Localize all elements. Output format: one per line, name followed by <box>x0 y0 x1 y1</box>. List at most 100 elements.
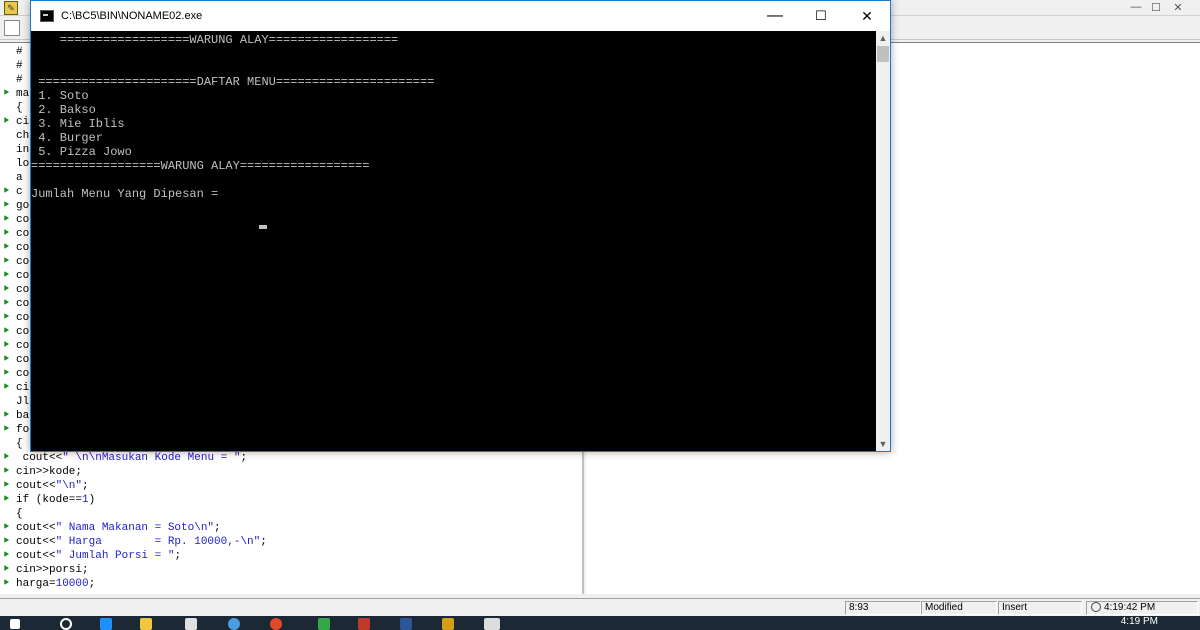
chrome-icon[interactable] <box>270 618 282 630</box>
code-line[interactable]: ⯈ co <box>2 241 29 255</box>
console-scrollbar[interactable]: ▲ ▼ <box>876 31 890 451</box>
breakpoint-icon[interactable] <box>2 74 16 88</box>
code-line[interactable]: ch <box>2 129 29 143</box>
code-line[interactable]: ⯈ harga=10000; <box>2 577 95 591</box>
scroll-down-icon[interactable]: ▼ <box>876 437 890 451</box>
breakpoint-icon[interactable]: ⯈ <box>2 256 16 270</box>
code-line[interactable]: Jl <box>2 395 29 409</box>
code-line[interactable]: ⯈ co <box>2 311 29 325</box>
code-line[interactable]: ⯈ co <box>2 255 29 269</box>
breakpoint-icon[interactable]: ⯈ <box>2 270 16 284</box>
breakpoint-icon[interactable]: ⯈ <box>2 284 16 298</box>
breakpoint-icon[interactable]: ⯈ <box>2 298 16 312</box>
code-line[interactable]: ⯈ ba <box>2 409 29 423</box>
store-icon[interactable] <box>185 618 197 630</box>
app-icon-3[interactable] <box>442 618 454 630</box>
code-line[interactable]: ⯈ co <box>2 297 29 311</box>
taskbar-clock[interactable]: 4:19 PM <box>1121 616 1158 628</box>
breakpoint-icon[interactable]: ⯈ <box>2 466 16 480</box>
breakpoint-icon[interactable] <box>2 172 16 186</box>
file-explorer-icon[interactable] <box>140 618 152 630</box>
breakpoint-icon[interactable]: ⯈ <box>2 242 16 256</box>
breakpoint-icon[interactable]: ⯈ <box>2 578 16 592</box>
breakpoint-icon[interactable] <box>2 60 16 74</box>
app-icon[interactable] <box>318 618 330 630</box>
code-line[interactable]: # <box>2 45 23 59</box>
breakpoint-icon[interactable]: ⯈ <box>2 564 16 578</box>
code-line[interactable]: ⯈ co <box>2 269 29 283</box>
code-line[interactable]: ⯈ cout<<" Jumlah Porsi = "; <box>2 549 181 563</box>
code-line[interactable]: lo <box>2 157 29 171</box>
code-line[interactable]: # <box>2 59 23 73</box>
code-line[interactable]: ⯈ co <box>2 227 29 241</box>
new-file-icon[interactable] <box>4 20 20 36</box>
breakpoint-icon[interactable]: ⯈ <box>2 494 16 508</box>
code-line[interactable]: { <box>2 437 23 451</box>
maximize-button[interactable]: ☐ <box>798 1 844 31</box>
breakpoint-icon[interactable] <box>2 158 16 172</box>
console-window[interactable]: C:\BC5\BIN\NONAME02.exe — ☐ ✕ ==========… <box>30 0 891 452</box>
code-line[interactable]: { <box>2 101 23 115</box>
code-line[interactable]: ⯈ co <box>2 213 29 227</box>
code-line[interactable]: ⯈ ci <box>2 115 29 129</box>
console-task-icon[interactable] <box>484 618 500 630</box>
breakpoint-icon[interactable]: ⯈ <box>2 228 16 242</box>
code-line[interactable]: ⯈ cout<<" Harga = Rp. 10000,-\n"; <box>2 535 267 549</box>
code-line[interactable]: ⯈ cin>>kode; <box>2 465 82 479</box>
start-windows-icon[interactable] <box>10 619 20 629</box>
breakpoint-icon[interactable] <box>2 130 16 144</box>
code-line[interactable]: { <box>2 507 23 521</box>
code-line[interactable]: in <box>2 143 29 157</box>
breakpoint-icon[interactable]: ⯈ <box>2 326 16 340</box>
breakpoint-icon[interactable] <box>2 144 16 158</box>
breakpoint-icon[interactable]: ⯈ <box>2 480 16 494</box>
breakpoint-icon[interactable]: ⯈ <box>2 340 16 354</box>
search-icon[interactable] <box>60 618 72 630</box>
breakpoint-icon[interactable]: ⯈ <box>2 200 16 214</box>
breakpoint-icon[interactable]: ⯈ <box>2 424 16 438</box>
breakpoint-icon[interactable]: ⯈ <box>2 550 16 564</box>
breakpoint-icon[interactable] <box>2 438 16 452</box>
breakpoint-icon[interactable]: ⯈ <box>2 186 16 200</box>
breakpoint-icon[interactable]: ⯈ <box>2 382 16 396</box>
console-output[interactable]: ==================WARUNG ALAY===========… <box>31 31 876 451</box>
code-line[interactable]: ⯈ ma <box>2 87 29 101</box>
code-line[interactable]: ⯈ fo <box>2 423 29 437</box>
breakpoint-icon[interactable]: ⯈ <box>2 368 16 382</box>
breakpoint-icon[interactable] <box>2 46 16 60</box>
breakpoint-icon[interactable]: ⯈ <box>2 410 16 424</box>
code-line[interactable]: ⯈ co <box>2 339 29 353</box>
browser-icon[interactable] <box>228 618 240 630</box>
console-titlebar[interactable]: C:\BC5\BIN\NONAME02.exe — ☐ ✕ <box>31 1 890 31</box>
ide-maximize-button[interactable]: ☐ <box>1148 1 1164 14</box>
code-line[interactable]: ⯈ cin>>porsi; <box>2 563 89 577</box>
code-line[interactable]: ⯈ if (kode==1) <box>2 493 95 507</box>
breakpoint-icon[interactable]: ⯈ <box>2 88 16 102</box>
code-line[interactable]: # <box>2 73 23 87</box>
breakpoint-icon[interactable] <box>2 102 16 116</box>
code-line[interactable]: ⯈ co <box>2 367 29 381</box>
scroll-up-icon[interactable]: ▲ <box>876 31 890 45</box>
code-line[interactable]: ⯈ co <box>2 325 29 339</box>
breakpoint-icon[interactable]: ⯈ <box>2 214 16 228</box>
code-line[interactable]: ⯈ co <box>2 283 29 297</box>
breakpoint-icon[interactable] <box>2 508 16 522</box>
minimize-button[interactable]: — <box>752 1 798 31</box>
breakpoint-icon[interactable]: ⯈ <box>2 312 16 326</box>
word-icon[interactable] <box>400 618 412 630</box>
code-line[interactable]: ⯈ cout<<" Nama Makanan = Soto\n"; <box>2 521 221 535</box>
scroll-thumb[interactable] <box>877 46 889 62</box>
code-line[interactable]: ⯈ cout<<" \n\nMasukan Kode Menu = "; <box>2 451 247 465</box>
code-line[interactable]: a <box>2 171 23 185</box>
app-icon-2[interactable] <box>358 618 370 630</box>
ide-minimize-button[interactable]: — <box>1128 1 1144 13</box>
code-line[interactable]: ⯈ go <box>2 199 29 213</box>
code-line[interactable]: ⯈ co <box>2 353 29 367</box>
breakpoint-icon[interactable]: ⯈ <box>2 536 16 550</box>
breakpoint-icon[interactable]: ⯈ <box>2 116 16 130</box>
edge-icon[interactable] <box>100 618 112 630</box>
breakpoint-icon[interactable]: ⯈ <box>2 452 16 466</box>
breakpoint-icon[interactable] <box>2 396 16 410</box>
code-line[interactable]: ⯈ c <box>2 185 23 199</box>
code-line[interactable]: ⯈ ci <box>2 381 29 395</box>
